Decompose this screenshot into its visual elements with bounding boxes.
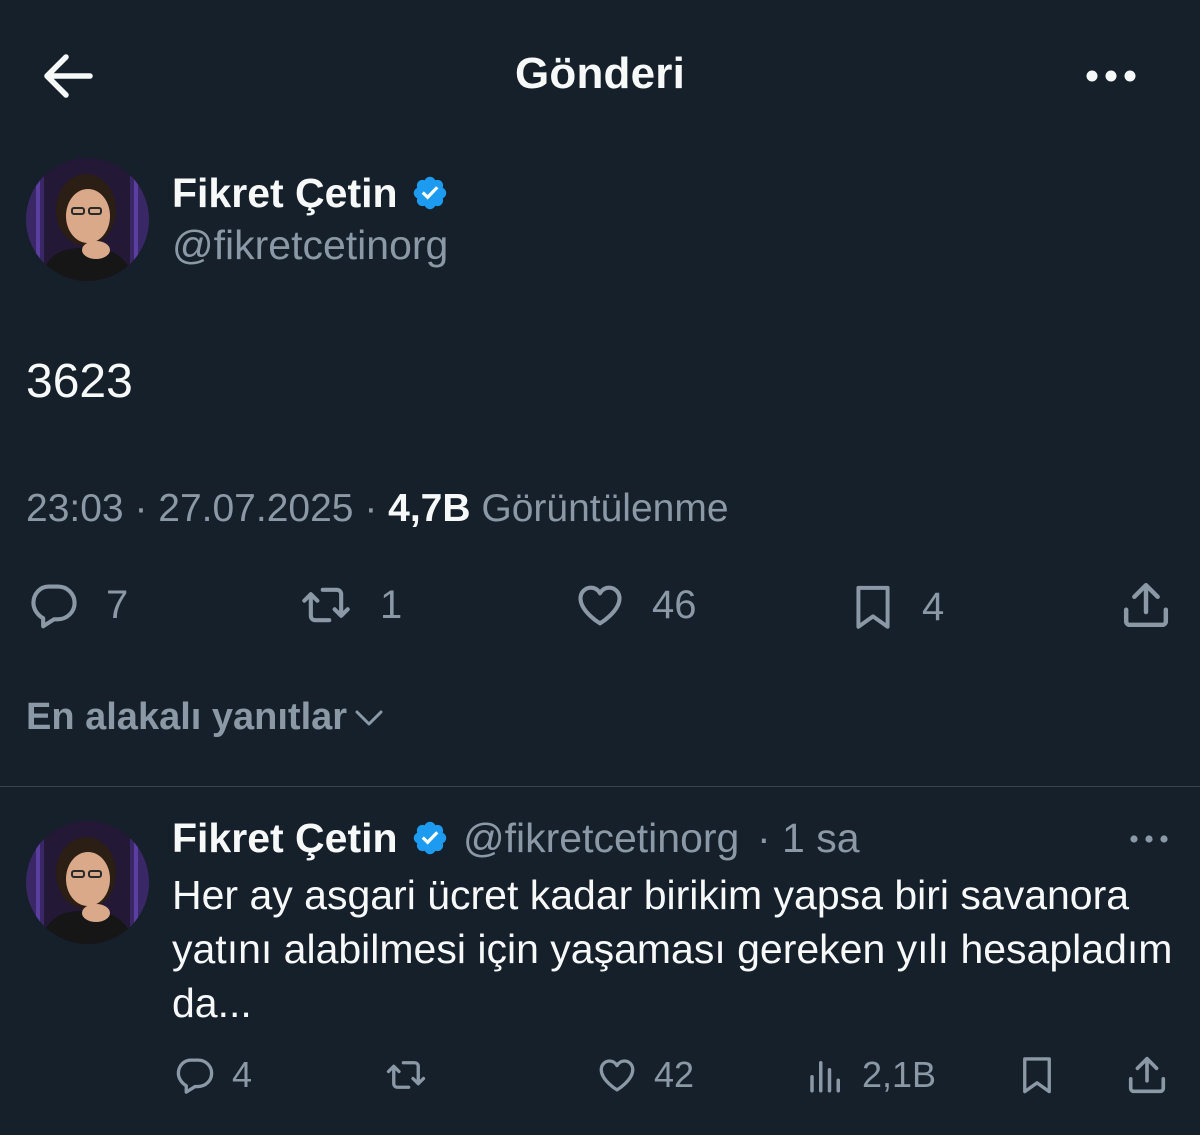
bookmark-button[interactable]: 4 [848, 579, 944, 635]
post-date[interactable]: 27.07.2025 [158, 487, 353, 530]
heart-icon [578, 585, 622, 626]
reply-like-count: 42 [654, 1054, 695, 1095]
author-handle[interactable]: @fikretcetinorg [172, 222, 448, 269]
share-icon [1128, 1056, 1166, 1094]
post-meta: 23:03 · 27.07.2025 · 4,7B Görüntülenme [26, 487, 729, 531]
reply-icon [176, 1058, 214, 1094]
page-title: Gönderi [514, 49, 686, 98]
views-count: 4,7B [388, 487, 471, 530]
repost-icon [302, 587, 350, 623]
reply-icon [31, 584, 77, 629]
post-time[interactable]: 23:03 [26, 487, 124, 530]
more-horizontal-icon [1086, 70, 1136, 82]
section-divider [0, 786, 1200, 787]
meta-separator: · [364, 487, 389, 530]
analytics-icon [810, 1061, 840, 1093]
replies-sort-label: En alakalı yanıtlar [26, 696, 348, 738]
reply-repost-button[interactable] [380, 1054, 432, 1096]
reply-reply-button[interactable]: 4 [172, 1054, 252, 1096]
like-button[interactable]: 46 [572, 579, 697, 631]
bookmark-count: 4 [922, 584, 945, 629]
reply-more-button[interactable] [1124, 826, 1174, 857]
reply-text: Her ay asgari ücret kadar birikim yapsa … [172, 872, 1173, 1026]
reply-like-button[interactable]: 42 [594, 1054, 694, 1096]
reply-reply-count: 4 [232, 1054, 253, 1095]
reply-author-handle[interactable]: @fikretcetinorg [463, 815, 739, 862]
repost-button[interactable]: 1 [296, 579, 402, 631]
avatar-image [26, 821, 149, 944]
author-avatar[interactable] [26, 158, 149, 281]
chevron-down-icon [355, 710, 383, 725]
meta-separator: · [134, 487, 159, 530]
like-count: 46 [652, 582, 697, 627]
bookmark-icon [1023, 1057, 1051, 1094]
reply-bookmark-button[interactable] [1016, 1052, 1058, 1098]
replies-sort-dropdown[interactable]: En alakalı yanıtlar [26, 696, 387, 739]
reply-views-count: 2,1B [862, 1054, 937, 1095]
repost-count: 1 [380, 582, 403, 627]
verified-badge-icon [411, 819, 449, 862]
more-options-button[interactable] [1078, 58, 1144, 94]
reply-timestamp[interactable]: · 1 sa [757, 815, 860, 862]
reply-author-name[interactable]: Fikret Çetin [172, 815, 398, 862]
more-horizontal-icon [1130, 835, 1168, 843]
top-bar: Gönderi [0, 0, 1200, 148]
reply-share-button[interactable] [1124, 1052, 1170, 1098]
reply-views-button[interactable]: 2,1B [804, 1054, 936, 1096]
repost-icon [386, 1061, 426, 1089]
bookmark-icon [856, 585, 890, 629]
author-name[interactable]: Fikret Çetin [172, 170, 398, 217]
reply-author-avatar[interactable] [26, 821, 149, 944]
heart-icon [599, 1059, 635, 1092]
share-icon [1123, 582, 1169, 628]
views-label: Görüntülenme [481, 487, 729, 530]
share-button[interactable] [1118, 577, 1174, 633]
reply-button[interactable]: 7 [26, 579, 128, 631]
reply-count: 7 [106, 582, 129, 627]
verified-badge-icon [411, 174, 449, 217]
post-text: 3623 [26, 355, 133, 408]
avatar-image [26, 158, 149, 281]
